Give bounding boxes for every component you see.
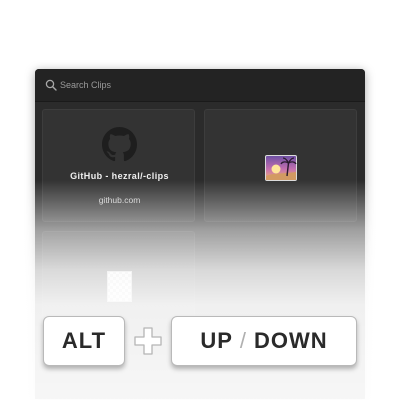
clip-card-link[interactable]: GitHub - hezral/-clips github.com xyxy=(42,109,195,222)
screenshot-stage: Search Clips GitHub - hezral/-clips gith… xyxy=(0,0,400,400)
image-icon xyxy=(265,155,297,181)
plus-icon xyxy=(134,327,162,355)
search-bar[interactable]: Search Clips xyxy=(35,69,365,102)
up-down-key: UP / DOWN xyxy=(171,316,357,366)
github-icon xyxy=(102,127,137,162)
search-icon xyxy=(45,79,57,91)
alt-key-label: ALT xyxy=(61,328,107,353)
clip-card-image[interactable] xyxy=(204,109,357,222)
document-icon xyxy=(107,271,132,302)
up-key-label: UP xyxy=(200,328,233,353)
down-key-label: DOWN xyxy=(254,328,328,353)
search-input[interactable]: Search Clips xyxy=(60,79,111,91)
alt-key: ALT xyxy=(43,316,125,366)
clip-subtitle: github.com xyxy=(98,195,141,205)
key-separator: / xyxy=(239,328,248,353)
clip-title: GitHub - hezral/-clips xyxy=(70,171,169,181)
